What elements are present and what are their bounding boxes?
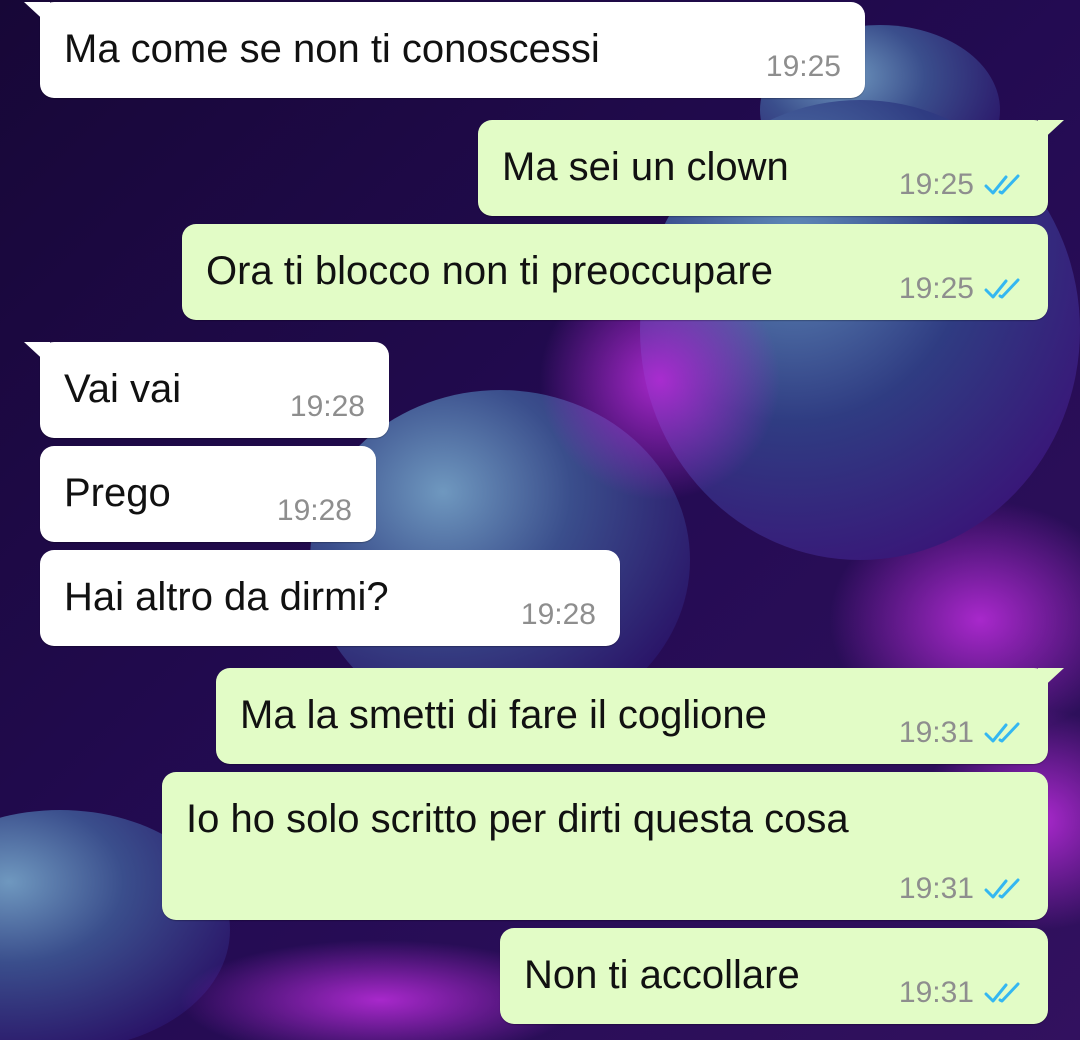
message-bubble-outgoing[interactable]: Ma sei un clown 19:25: [478, 120, 1064, 216]
message-text: Io ho solo scritto per dirti questa cosa: [186, 797, 849, 841]
message-meta: 19:31: [899, 716, 1024, 750]
bubble-tail: [24, 342, 50, 366]
message-meta: 19:28: [290, 390, 365, 424]
message-time: 19:25: [898, 168, 974, 201]
message-time: 19:25: [765, 50, 841, 83]
message-meta: 19:28: [521, 598, 596, 632]
message-time: 19:31: [898, 872, 974, 905]
message-time: 19:28: [289, 390, 365, 423]
double-check-icon: [984, 982, 1020, 1003]
message-meta: 19:25: [766, 50, 841, 84]
double-check-icon: [984, 174, 1020, 195]
message-bubble-incoming[interactable]: Vai vai 19:28: [24, 342, 389, 438]
message-text: Non ti accollare: [524, 953, 800, 997]
message-text: Hai altro da dirmi?: [64, 575, 389, 619]
message-text: Ma sei un clown: [502, 145, 789, 189]
message-meta: 19:25: [899, 272, 1024, 306]
message-bubble-incoming[interactable]: Hai altro da dirmi? 19:28: [40, 550, 620, 646]
message-text: Ma la smetti di fare il coglione: [240, 693, 767, 737]
message-bubble-incoming[interactable]: Prego 19:28: [40, 446, 376, 542]
message-time: 19:28: [276, 494, 352, 527]
bubble-tail: [1038, 668, 1064, 692]
message-text: Ora ti blocco non ti preoccupare: [206, 249, 773, 293]
message-time: 19:25: [898, 272, 974, 305]
message-bubble-outgoing[interactable]: Ma la smetti di fare il coglione 19:31: [216, 668, 1064, 764]
message-bubble-outgoing[interactable]: Non ti accollare 19:31: [500, 928, 1048, 1024]
bubble-tail: [24, 2, 50, 26]
message-text: Ma come se non ti conoscessi: [64, 27, 600, 71]
message-meta: 19:31: [899, 976, 1024, 1010]
message-meta: 19:25: [899, 168, 1024, 202]
double-check-icon: [984, 278, 1020, 299]
double-check-icon: [984, 878, 1020, 899]
message-time: 19:28: [520, 598, 596, 631]
double-check-icon: [984, 722, 1020, 743]
bubble-tail: [1038, 120, 1064, 144]
message-bubble-outgoing[interactable]: Io ho solo scritto per dirti questa cosa…: [162, 772, 1048, 920]
message-time: 19:31: [898, 976, 974, 1009]
message-time: 19:31: [898, 716, 974, 749]
message-bubble-incoming[interactable]: Ma come se non ti conoscessi 19:25: [24, 2, 865, 98]
message-meta: 19:28: [277, 494, 352, 528]
message-meta: 19:31: [899, 872, 1024, 906]
message-text: Prego: [64, 471, 171, 515]
message-text: Vai vai: [64, 367, 182, 411]
message-bubble-outgoing[interactable]: Ora ti blocco non ti preoccupare 19:25: [182, 224, 1048, 320]
